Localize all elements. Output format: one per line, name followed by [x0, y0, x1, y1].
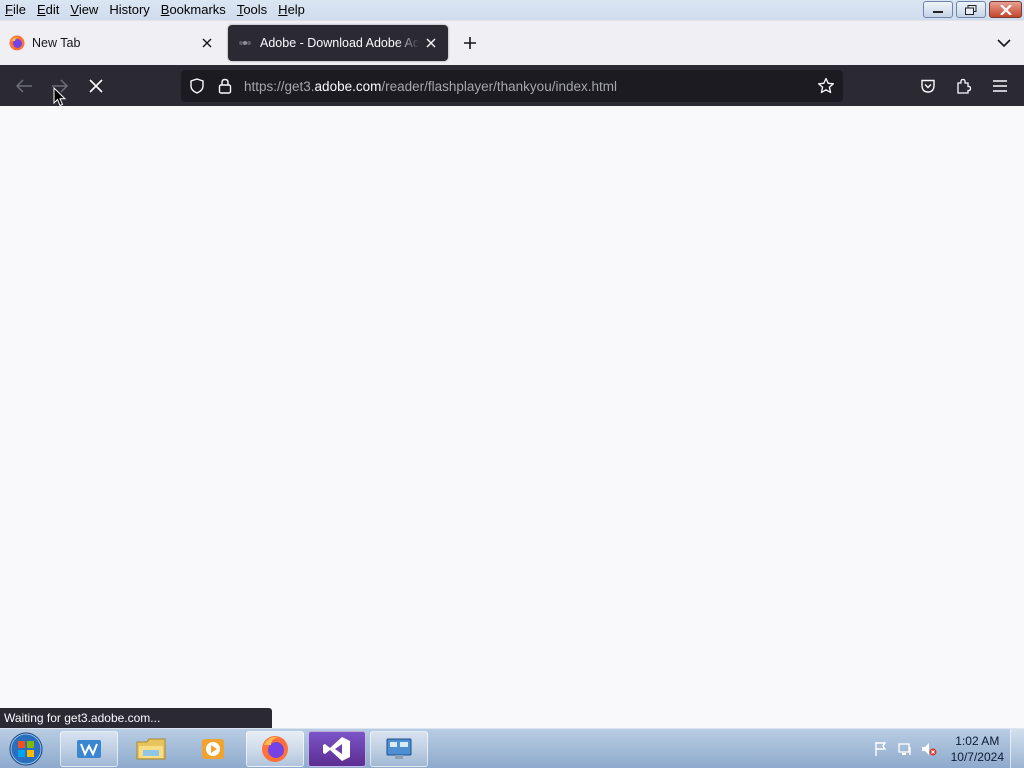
- back-button[interactable]: [9, 71, 39, 101]
- tracking-protection-icon[interactable]: [186, 75, 208, 97]
- extensions-button[interactable]: [949, 71, 979, 101]
- pocket-button[interactable]: [913, 71, 943, 101]
- clock-time: 1:02 AM: [955, 734, 1000, 748]
- network-icon[interactable]: [897, 741, 913, 757]
- visual-studio-icon: [323, 737, 350, 761]
- close-tab-button[interactable]: [196, 32, 218, 54]
- taskbar-item-media-player[interactable]: [184, 731, 242, 767]
- menu-file[interactable]: File: [0, 0, 32, 20]
- start-button[interactable]: [6, 731, 46, 767]
- menu-view[interactable]: View: [65, 0, 104, 20]
- close-window-button[interactable]: [989, 1, 1022, 18]
- taskbar-item-firefox[interactable]: [246, 731, 304, 767]
- menu-tools[interactable]: Tools: [232, 0, 273, 20]
- clock-date: 10/7/2024: [950, 750, 1004, 764]
- navigation-toolbar: https://get3.adobe.com/reader/flashplaye…: [0, 65, 1024, 106]
- pocket-icon: [921, 79, 935, 93]
- app-icon: [77, 740, 101, 758]
- taskbar-item-visual-studio[interactable]: [308, 731, 366, 767]
- flag-icon[interactable]: [873, 741, 889, 757]
- mouse-cursor-icon: [53, 87, 67, 107]
- system-tray: 1:02 AM 10/7/2024: [873, 733, 1004, 765]
- lock-icon[interactable]: [214, 75, 236, 97]
- tab-title: New Tab: [32, 36, 81, 50]
- url-text: https://get3.adobe.com/reader/flashplaye…: [244, 78, 617, 94]
- new-tab-button[interactable]: [458, 31, 482, 55]
- window-controls: [923, 1, 1022, 18]
- taskbar-item-explorer[interactable]: [122, 731, 180, 767]
- folder-icon: [136, 738, 166, 760]
- app-menu-button[interactable]: [985, 71, 1015, 101]
- page-content[interactable]: [0, 106, 1024, 728]
- list-all-tabs-button[interactable]: [992, 31, 1016, 55]
- star-icon: [817, 77, 835, 94]
- menu-bookmarks[interactable]: Bookmarks: [156, 0, 232, 20]
- restore-button[interactable]: [956, 1, 986, 18]
- stop-icon: [89, 79, 103, 93]
- tab-strip: New Tab Adobe - Download Adobe Acrobat R…: [0, 20, 1024, 65]
- taskbar-item-control-panel[interactable]: [370, 731, 428, 767]
- taskbar-item-app[interactable]: [60, 731, 118, 767]
- firefox-icon: [262, 736, 288, 762]
- close-icon: [202, 38, 212, 48]
- firefox-icon: [9, 35, 25, 51]
- chevron-down-icon: [997, 39, 1011, 48]
- media-player-icon: [202, 739, 224, 759]
- minimize-icon: [933, 10, 943, 13]
- taskbar: 1:02 AM 10/7/2024: [0, 728, 1024, 768]
- close-icon: [999, 4, 1012, 15]
- menu-bar: File Edit View History Bookmarks Tools H…: [0, 0, 1024, 20]
- control-panel-icon: [386, 738, 412, 759]
- stop-button[interactable]: [81, 71, 111, 101]
- tab-adobe[interactable]: Adobe - Download Adobe Acrobat Reader: [228, 25, 448, 61]
- address-bar[interactable]: https://get3.adobe.com/reader/flashplaye…: [181, 70, 843, 102]
- bookmark-star-button[interactable]: [815, 75, 837, 97]
- clock[interactable]: 1:02 AM 10/7/2024: [951, 733, 1004, 765]
- loading-icon: [239, 41, 251, 45]
- menu-history[interactable]: History: [104, 0, 155, 20]
- restore-icon: [965, 4, 977, 15]
- puzzle-icon: [957, 78, 972, 94]
- menu-help[interactable]: Help: [273, 0, 311, 20]
- tab-title: Adobe - Download Adobe Acrobat Reader: [260, 36, 420, 50]
- status-panel: Waiting for get3.adobe.com...: [0, 708, 272, 728]
- menu-edit[interactable]: Edit: [32, 0, 65, 20]
- minimize-button[interactable]: [923, 1, 953, 18]
- show-desktop-button[interactable]: [1010, 729, 1024, 768]
- arrow-left-icon: [15, 79, 32, 93]
- tab-new-tab[interactable]: New Tab: [0, 25, 224, 61]
- hamburger-menu-icon: [993, 80, 1007, 92]
- close-tab-button[interactable]: [420, 32, 442, 54]
- close-icon: [426, 38, 436, 48]
- plus-icon: [464, 37, 476, 49]
- volume-muted-icon[interactable]: [921, 741, 937, 757]
